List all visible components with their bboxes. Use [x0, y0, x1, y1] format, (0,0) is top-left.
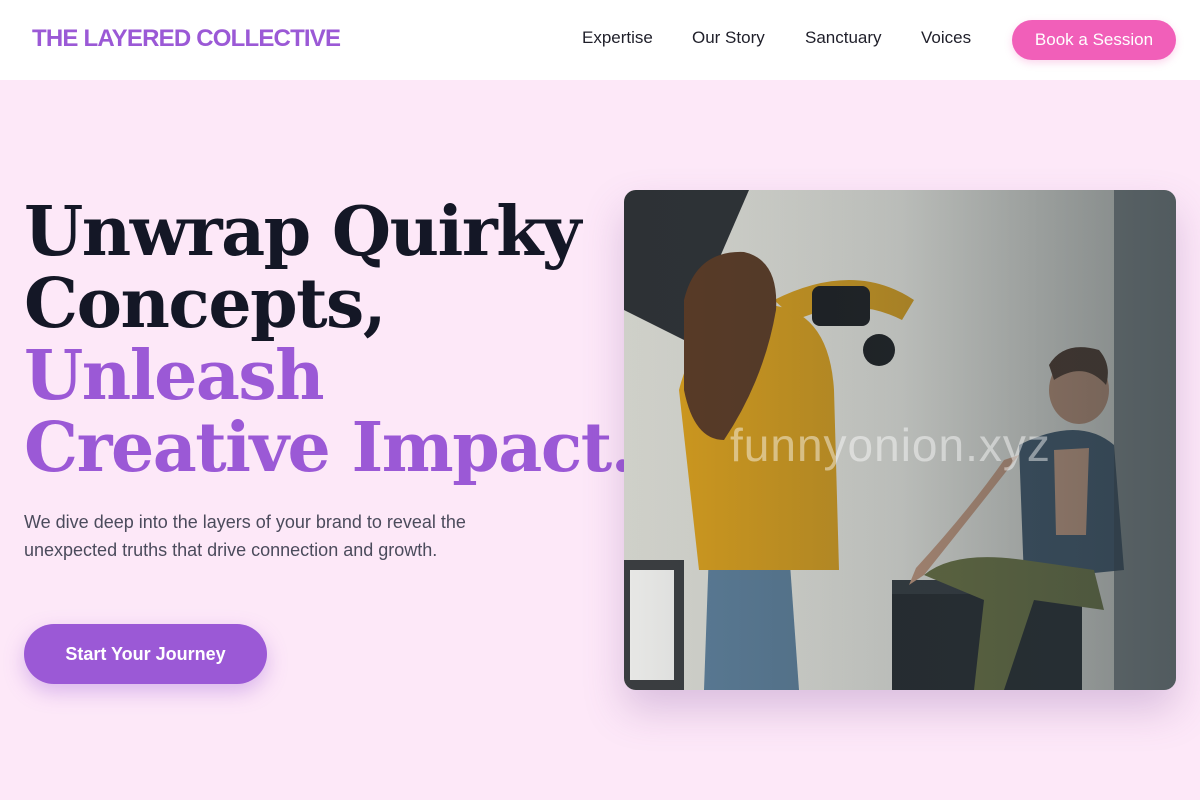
nav-link-expertise[interactable]: Expertise	[582, 28, 653, 48]
nav-link-our-story[interactable]: Our Story	[692, 28, 765, 48]
nav-link-voices[interactable]: Voices	[921, 28, 971, 48]
headline-accent-line-2: Creative Impact.	[24, 408, 634, 488]
photo-studio-illustration	[624, 190, 1176, 690]
book-session-button[interactable]: Book a Session	[1012, 20, 1176, 60]
hero-photo	[624, 190, 1176, 690]
headline-accent-line-1: Unleash	[24, 336, 325, 416]
headline-line-2: Concepts,	[24, 264, 387, 344]
hero-headline: Unwrap Quirky Concepts, Unleash Creative…	[24, 192, 634, 488]
top-navbar: THE LAYERED COLLECTIVE Expertise Our Sto…	[0, 0, 1200, 80]
hero-subtext: We dive deep into the layers of your bra…	[24, 512, 466, 560]
headline-line-1: Unwrap Quirky	[24, 192, 581, 272]
start-journey-button[interactable]: Start Your Journey	[24, 624, 267, 684]
nav-link-sanctuary[interactable]: Sanctuary	[805, 28, 882, 48]
